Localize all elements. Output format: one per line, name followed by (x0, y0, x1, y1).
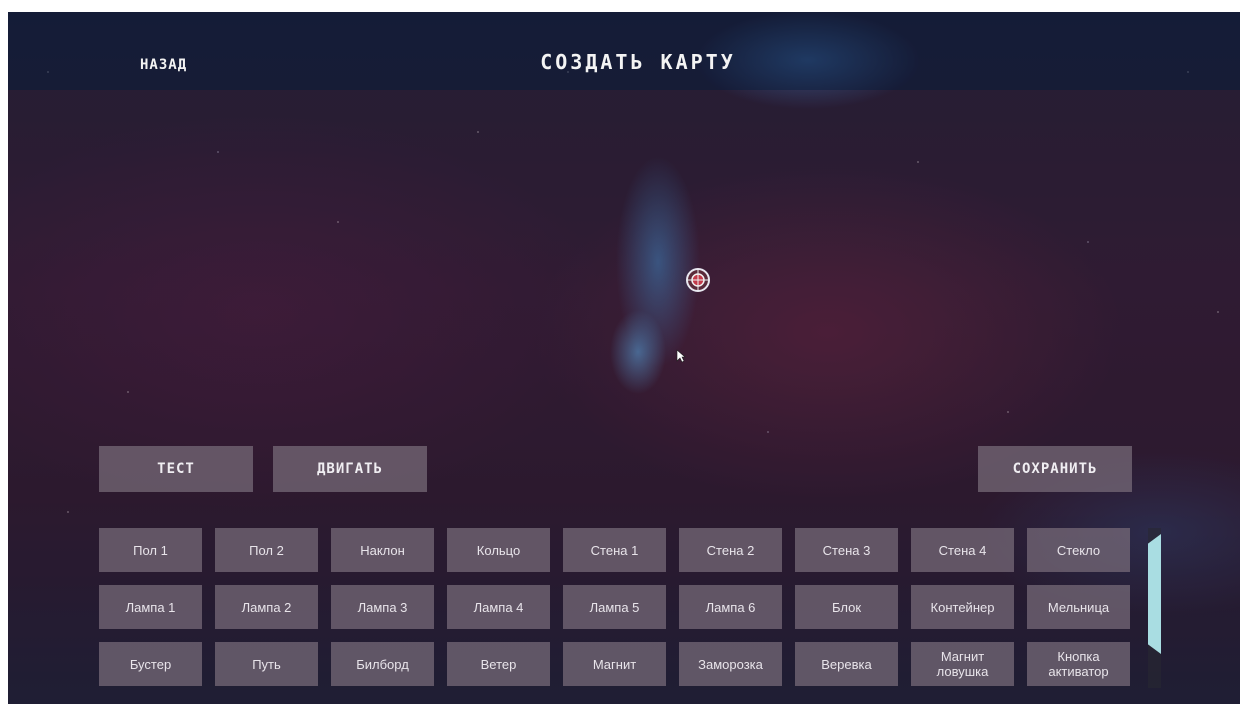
back-button[interactable]: НАЗАД (140, 57, 187, 73)
palette-item[interactable]: Стена 3 (795, 528, 898, 572)
palette-item[interactable]: Веревка (795, 642, 898, 686)
palette-item[interactable]: Лампа 1 (99, 585, 202, 629)
game-screen: НАЗАД СОЗДАТЬ КАРТУ ТЕСТ ДВИГАТЬ СОХРАНИ… (8, 12, 1240, 704)
palette-item[interactable]: Пол 2 (215, 528, 318, 572)
scrollbar-thumb[interactable] (1148, 534, 1161, 654)
object-palette: Пол 1 Пол 2 Наклон Кольцо Стена 1 Стена … (99, 528, 1133, 686)
palette-item[interactable]: Наклон (331, 528, 434, 572)
palette-item[interactable]: Блок (795, 585, 898, 629)
page-title: СОЗДАТЬ КАРТУ (540, 50, 736, 74)
palette-item[interactable]: Ветер (447, 642, 550, 686)
save-button[interactable]: СОХРАНИТЬ (978, 446, 1132, 492)
palette-item[interactable]: Кольцо (447, 528, 550, 572)
palette-item[interactable]: Лампа 4 (447, 585, 550, 629)
palette-item[interactable]: Стена 1 (563, 528, 666, 572)
palette-item[interactable]: Стена 2 (679, 528, 782, 572)
move-button[interactable]: ДВИГАТЬ (273, 446, 427, 492)
palette-item[interactable]: Лампа 3 (331, 585, 434, 629)
palette-item[interactable]: Стена 4 (911, 528, 1014, 572)
ball-object-icon[interactable] (685, 267, 711, 293)
palette-item[interactable]: Магнит (563, 642, 666, 686)
mouse-cursor-icon (676, 349, 686, 363)
palette-item[interactable]: Билборд (331, 642, 434, 686)
palette-item[interactable]: Мельница (1027, 585, 1130, 629)
palette-item[interactable]: Путь (215, 642, 318, 686)
palette-item[interactable]: Лампа 2 (215, 585, 318, 629)
palette-item[interactable]: Бустер (99, 642, 202, 686)
palette-item[interactable]: Пол 1 (99, 528, 202, 572)
palette-item[interactable]: Лампа 5 (563, 585, 666, 629)
palette-scrollbar[interactable] (1148, 528, 1161, 688)
palette-item[interactable]: Лампа 6 (679, 585, 782, 629)
palette-item[interactable]: Кнопка активатор (1027, 642, 1130, 686)
palette-item[interactable]: Стекло (1027, 528, 1130, 572)
palette-item[interactable]: Заморозка (679, 642, 782, 686)
palette-item[interactable]: Контейнер (911, 585, 1014, 629)
palette-item[interactable]: Магнит ловушка (911, 642, 1014, 686)
test-button[interactable]: ТЕСТ (99, 446, 253, 492)
